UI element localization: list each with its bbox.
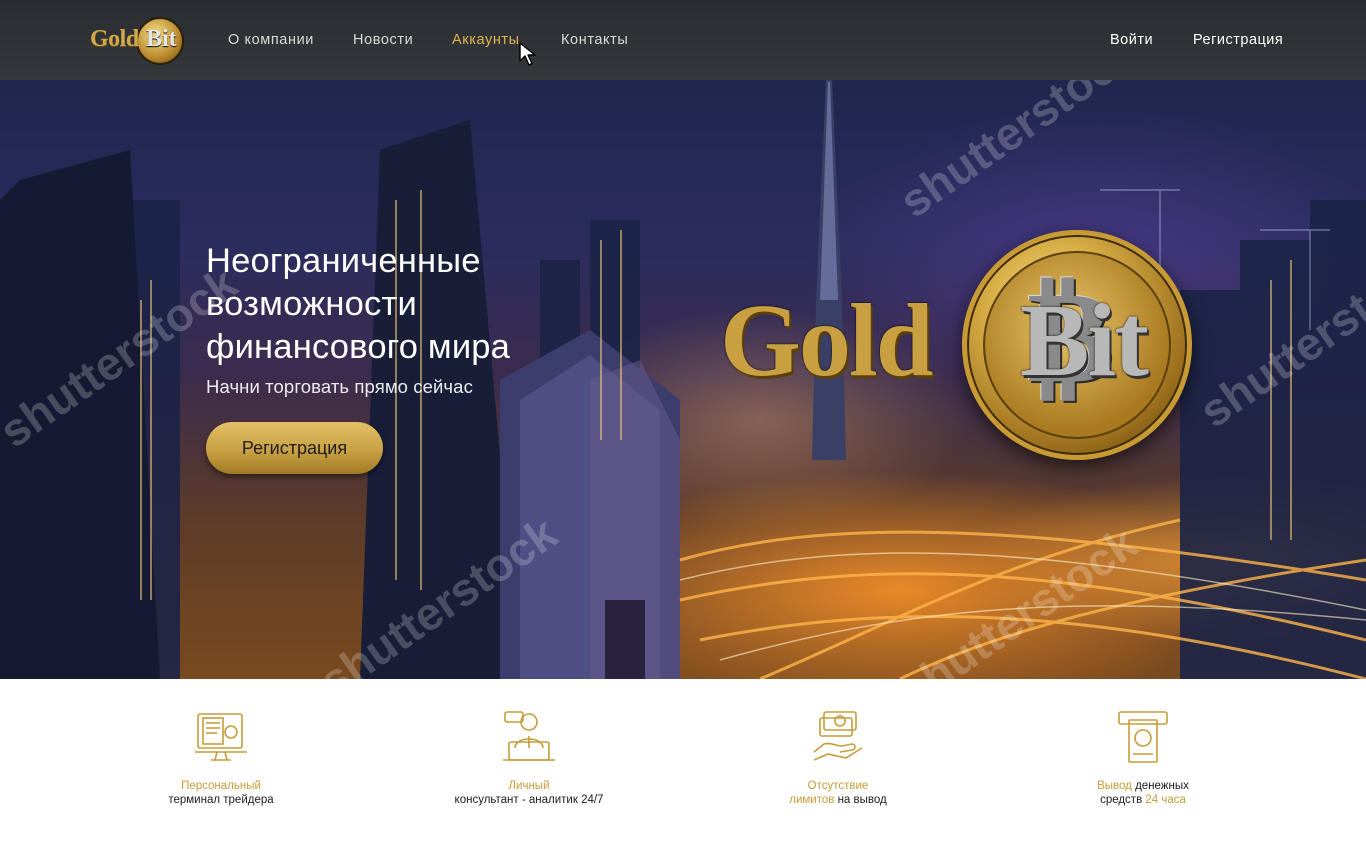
feature-line1: Персональный <box>181 780 261 792</box>
logo-gold-text: Gold <box>90 26 139 52</box>
top-navbar: Gold Bit О компании Новости Аккаунты Кон… <box>0 0 1366 80</box>
trader-terminal-icon <box>195 713 247 761</box>
feature-line1-highlight: Вывод <box>1097 780 1132 792</box>
feature-line2: средств <box>1100 794 1146 806</box>
hero-register-button[interactable]: Регистрация <box>206 422 383 474</box>
feature-no-limits: Отсутствие лимитов на вывод <box>718 708 958 807</box>
feature-line2: консультант - аналитик 24/7 <box>454 794 604 806</box>
hero-section: shutterstock shutterstock shutterstock s… <box>0 0 1366 679</box>
nav-link-accounts[interactable]: Аккаунты <box>452 32 520 48</box>
hero-logo-gold-text: Gold <box>720 283 934 398</box>
nav-link-contacts[interactable]: Контакты <box>561 32 628 48</box>
withdrawal-icon <box>1118 711 1168 763</box>
hero-subtitle: Начни торговать прямо сейчас <box>206 376 473 397</box>
feature-trader-terminal: Персональный терминал трейдера <box>101 708 341 807</box>
hero-logo-bit-text: Bit <box>1020 283 1149 398</box>
mouse-cursor-icon <box>519 42 536 66</box>
goldbit-logo[interactable]: Gold Bit <box>88 16 188 66</box>
feature-line2-highlight: лимитов <box>789 794 835 806</box>
feature-line1: Отсутствие <box>807 780 869 792</box>
consultant-icon <box>503 711 555 761</box>
feature-line1: денежных <box>1131 780 1189 792</box>
nav-link-news[interactable]: Новости <box>353 32 413 48</box>
no-limits-icon <box>813 711 863 761</box>
nav-link-about[interactable]: О компании <box>228 32 314 48</box>
feature-withdrawal: Вывод денежных средств 24 часа <box>1023 708 1263 807</box>
feature-line2: на вывод <box>834 794 887 806</box>
logo-bit-text: Bit <box>146 26 177 52</box>
feature-line1: Личный <box>508 780 550 792</box>
hero-title: Неограниченные возможности финансового м… <box>206 242 511 366</box>
feature-consultant: Личный консультант - аналитик 24/7 <box>409 708 649 807</box>
feature-line2-highlight: 24 часа <box>1145 794 1186 806</box>
goldbit-hero-logo: ₿ Gold Bit <box>720 228 1240 468</box>
feature-line2: терминал трейдера <box>168 794 274 806</box>
register-link[interactable]: Регистрация <box>1193 32 1283 48</box>
login-link[interactable]: Войти <box>1110 32 1153 48</box>
